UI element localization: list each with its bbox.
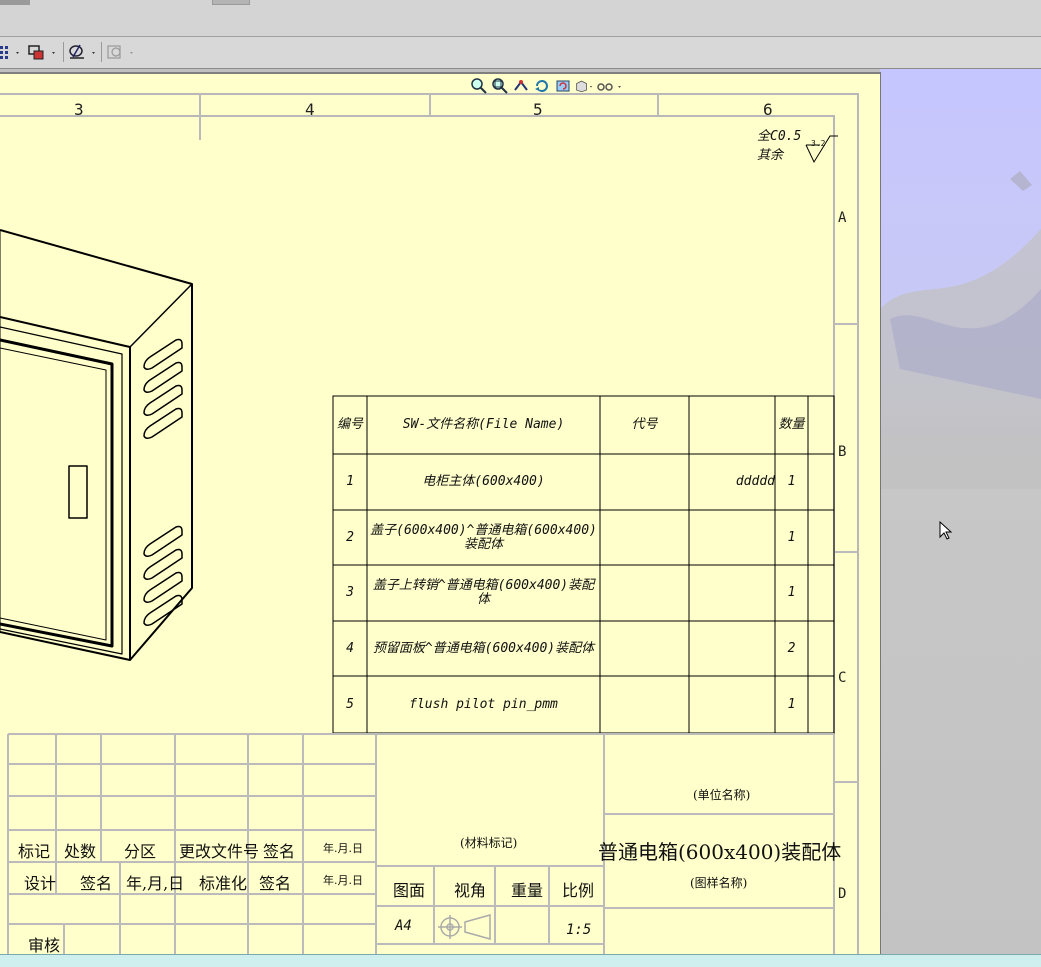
tab-edge (0, 0, 30, 5)
status-bar (0, 954, 1041, 967)
viewport-background (880, 69, 1041, 954)
bom-row-code (600, 454, 689, 510)
bom-row-code (600, 676, 689, 733)
tb-label: 签名 (259, 874, 292, 893)
tb-col-header: 图面 (393, 881, 426, 900)
tb-label: 年,月,日 (126, 874, 185, 893)
mouse-cursor-icon (939, 521, 953, 540)
bom-row-qty: 1 (787, 696, 796, 712)
bom-row-name: 盖子上转销^普通电箱(600x400)装配体 (372, 578, 595, 607)
bom-row-no: 2 (346, 529, 354, 545)
drawing-sheet[interactable]: 3 4 5 6 A B C D 全C0.5 其余 3.2 编号 SW-文件名称(… (0, 72, 881, 955)
toolbar-separator (63, 42, 64, 62)
reload-icon[interactable] (554, 77, 572, 95)
zone-number: 4 (305, 100, 315, 119)
toolbar-separator (101, 42, 102, 62)
bom-row-blank (689, 565, 775, 621)
bom-row-no: 4 (346, 640, 354, 656)
bom-row-code (600, 565, 689, 621)
tb-label: 标记 (18, 842, 51, 861)
bom-row-name: 预留面板^普通电箱(600x400)装配体 (372, 640, 595, 656)
bom-row-blank: ddddd (735, 474, 775, 489)
projection-angle-symbol (438, 914, 491, 940)
tb-label: 设计 (24, 874, 57, 893)
graphics-area[interactable]: 3 4 5 6 A B C D 全C0.5 其余 3.2 编号 SW-文件名称(… (0, 69, 1041, 955)
tab-edge-2 (212, 0, 250, 5)
tb-label: 签名 (80, 874, 113, 893)
surface-roughness-value: 3.2 (811, 139, 826, 148)
tb-label: 年.月.日 (323, 874, 363, 887)
window-top-strip (0, 0, 1041, 37)
bom-header-code: 代号 (631, 417, 658, 432)
zone-number: 6 (763, 100, 773, 119)
bom-row-no: 5 (346, 696, 354, 712)
bom-row-no: 1 (346, 474, 354, 489)
bom-row-name: 电柜主体(600x400) (422, 474, 545, 489)
zone-number: 3 (74, 100, 84, 119)
bom-row-name: 盖子(600x400)^普通电箱(600x400)装配体 (370, 522, 597, 552)
display-style-icon[interactable] (575, 77, 593, 95)
cabinet-isometric-view (0, 229, 193, 661)
view-settings-icon[interactable] (596, 77, 626, 95)
material-mark: (材料标记) (460, 836, 518, 850)
bom-row-qty: 1 (787, 585, 796, 600)
tb-label: 签名 (263, 842, 296, 861)
bom-row-code (600, 621, 689, 676)
tb-label-review: 审核 (28, 936, 61, 955)
bom-row-qty: 1 (787, 529, 796, 545)
bom-header-name: SW-文件名称(File Name) (402, 417, 565, 432)
previous-view-icon[interactable] (512, 77, 530, 95)
bom-row-blank (689, 621, 775, 676)
zone-letter: D (838, 886, 847, 902)
zoom-to-fit-icon[interactable] (470, 77, 488, 95)
scale-value: 1:5 (566, 922, 592, 938)
bom-row-no: 3 (346, 585, 354, 600)
bom-row-blank (689, 510, 775, 565)
zoom-to-area-icon[interactable] (491, 77, 509, 95)
bom-header-qty: 数量 (778, 417, 805, 432)
company-name: (单位名称) (693, 788, 751, 802)
heads-up-view-toolbar (470, 76, 626, 96)
tb-label: 处数 (64, 842, 97, 861)
zone-letter: A (838, 210, 847, 226)
bom-header-no: 编号 (336, 417, 363, 432)
bom-row-name: flush pilot pin_pmm (409, 696, 558, 712)
tb-label: 标准化 (199, 874, 248, 893)
tb-col-header: 重量 (511, 881, 544, 900)
hide-show-icon[interactable] (106, 43, 140, 61)
zone-letter: C (838, 670, 847, 686)
tb-col-header: 比例 (562, 881, 595, 900)
snap-icon[interactable] (26, 43, 60, 61)
sketch-tools-icon[interactable] (66, 43, 100, 61)
surface-note: 全C0.5 (757, 129, 802, 144)
drawing-code: (图样名称) (690, 876, 748, 890)
bom-row-blank (689, 676, 775, 733)
zone-letter: B (838, 444, 847, 460)
zone-number: 5 (533, 100, 543, 119)
tb-col-header: 视角 (454, 881, 487, 900)
tb-label: 分区 (124, 842, 157, 861)
drawing-name: 普通电箱(600x400)装配体 (598, 840, 842, 864)
bom-header-blank (689, 396, 775, 454)
background-scenery (880, 171, 1041, 489)
surface-note: 其余 (757, 148, 784, 163)
tb-label: 更改文件号 (179, 842, 260, 861)
rotate-view-icon[interactable] (533, 77, 551, 95)
bom-row-qty: 1 (787, 474, 796, 489)
paper-size: A4 (395, 918, 412, 934)
view-toolbar (0, 37, 1041, 69)
bom-row-code (600, 510, 689, 565)
bom-row-qty: 2 (787, 640, 796, 656)
grid-view-icon[interactable] (0, 43, 22, 61)
tb-label: 年.月.日 (323, 842, 363, 855)
